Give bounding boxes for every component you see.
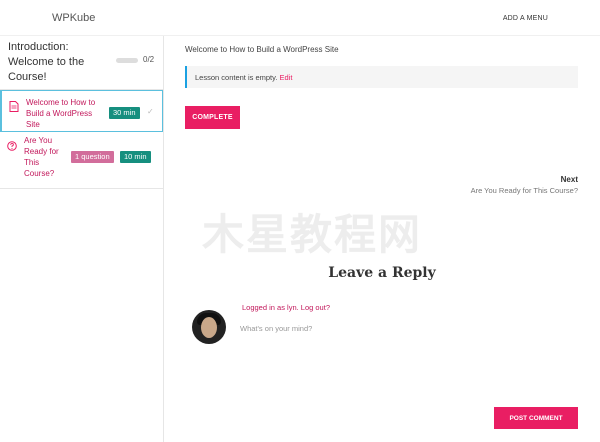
add-menu-link[interactable]: ADD A MENU xyxy=(503,15,548,22)
avatar-face xyxy=(201,317,217,338)
document-icon xyxy=(9,99,19,112)
curriculum-sidebar: Introduction: Welcome to the Course! 0/2… xyxy=(0,36,164,442)
section-header[interactable]: Introduction: Welcome to the Course! 0/2 xyxy=(0,36,163,90)
comment-input[interactable] xyxy=(240,321,560,335)
section-count: 0/2 xyxy=(143,55,155,64)
section-progress-bar xyxy=(116,58,138,63)
top-bar: WPKube ADD A MENU xyxy=(0,0,600,36)
quiz-icon xyxy=(7,138,17,151)
site-logo[interactable]: WPKube xyxy=(52,12,95,24)
lesson-title: Are You Ready for This Course? xyxy=(24,136,59,178)
duration-badge: 10 min xyxy=(120,151,151,163)
next-label[interactable]: Next xyxy=(561,175,578,184)
next-lesson-link[interactable]: Are You Ready for This Course? xyxy=(471,186,578,195)
watermark: 木星教程网 xyxy=(202,210,423,259)
lesson-title: Welcome to How to Build a WordPress Site xyxy=(26,98,96,129)
empty-content-notice: Lesson content is empty. Edit xyxy=(185,66,578,88)
duration-badge: 30 min xyxy=(109,107,140,119)
lesson-heading: Welcome to How to Build a WordPress Site xyxy=(185,45,339,54)
avatar xyxy=(192,310,226,344)
lesson-content: Welcome to How to Build a WordPress Site… xyxy=(164,36,600,442)
edit-link[interactable]: Edit xyxy=(280,73,293,82)
post-comment-button[interactable]: POST COMMENT xyxy=(494,407,578,429)
notice-text: Lesson content is empty. Edit xyxy=(195,73,293,82)
check-icon: ✓ xyxy=(147,107,154,116)
lesson-item-ready[interactable]: Are You Ready for This Course? 1 questio… xyxy=(0,132,163,189)
section-title: Introduction: Welcome to the Course! xyxy=(8,41,85,83)
lesson-item-welcome[interactable]: Welcome to How to Build a WordPress Site… xyxy=(0,90,163,132)
question-count-badge: 1 question xyxy=(71,151,114,163)
logged-in-text[interactable]: Logged in as lyn. Log out? xyxy=(242,303,330,312)
reply-heading: Leave a Reply xyxy=(328,265,436,281)
complete-button[interactable]: COMPLETE xyxy=(185,106,240,129)
